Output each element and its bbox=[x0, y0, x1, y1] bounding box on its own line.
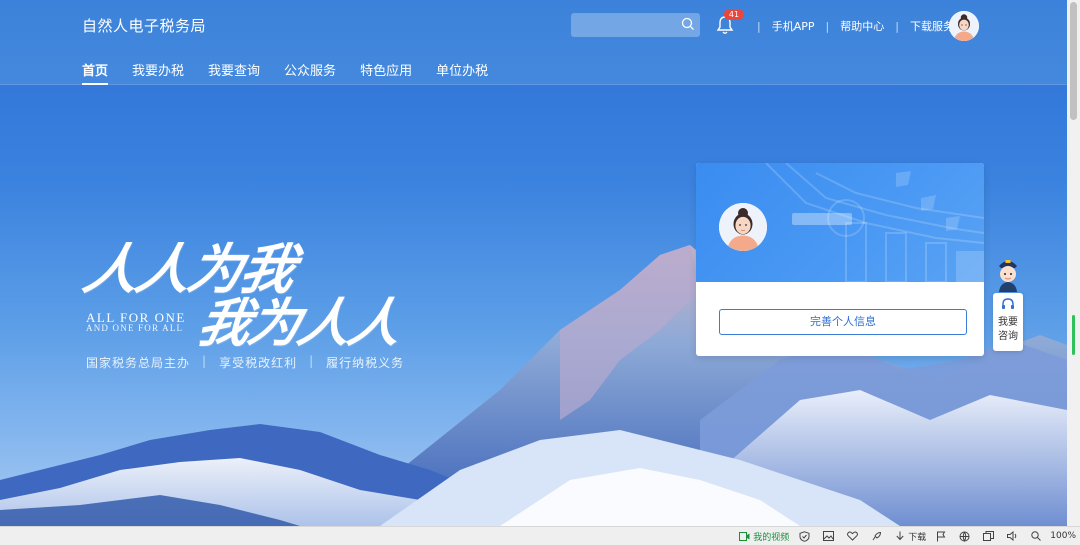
site-brand[interactable]: 自然人电子税务局 bbox=[82, 15, 206, 36]
globe-icon bbox=[959, 531, 970, 542]
mobile-app-link[interactable]: 手机APP bbox=[772, 18, 815, 34]
browser-tool-button[interactable] bbox=[959, 531, 973, 542]
window-icon bbox=[983, 531, 995, 541]
user-card-banner bbox=[696, 163, 984, 282]
tab-tax-handling[interactable]: 我要办税 bbox=[132, 60, 184, 83]
tab-unit-tax[interactable]: 单位办税 bbox=[436, 60, 488, 83]
download-service-link[interactable]: 下载服务 bbox=[910, 18, 954, 34]
english-slogan-2: AND ONE FOR ALL bbox=[86, 323, 184, 333]
speaker-icon bbox=[1007, 531, 1017, 541]
user-avatar[interactable] bbox=[949, 11, 979, 41]
consult-label-1: 我要 bbox=[998, 317, 1018, 328]
window-button[interactable] bbox=[983, 531, 997, 541]
shield-button[interactable] bbox=[799, 530, 813, 542]
scroll-indicator bbox=[1072, 315, 1075, 355]
rocket-icon bbox=[872, 531, 882, 540]
user-card-avatar[interactable] bbox=[719, 203, 767, 251]
vertical-scrollbar[interactable] bbox=[1067, 0, 1080, 526]
search-input[interactable] bbox=[571, 13, 687, 37]
tab-public-service[interactable]: 公众服务 bbox=[284, 60, 336, 83]
user-card: 完善个人信息 bbox=[696, 163, 984, 356]
tab-home[interactable]: 首页 bbox=[82, 60, 109, 85]
subline-item: 国家税务总局主办 bbox=[86, 356, 191, 370]
help-center-link[interactable]: 帮助中心 bbox=[840, 18, 884, 34]
flag-icon bbox=[937, 531, 946, 541]
main-nav: 首页 我要办税 我要查询 公众服务 特色应用 单位办税 bbox=[82, 60, 512, 85]
magnifier-icon bbox=[1031, 531, 1042, 541]
site-header: 自然人电子税务局 41 | 手机APP | 帮助中心 | 下载服务 首页 我要办… bbox=[0, 0, 1067, 85]
video-icon bbox=[739, 531, 750, 541]
tab-featured-apps[interactable]: 特色应用 bbox=[360, 60, 412, 83]
slogan-line-2: 我为人人 bbox=[192, 293, 406, 354]
tax-officer-mascot[interactable] bbox=[993, 254, 1023, 292]
user-name bbox=[792, 213, 852, 225]
download-label: 下载 bbox=[908, 532, 927, 543]
my-video-button[interactable]: 我的视频 bbox=[739, 530, 789, 543]
zoom-level: 100% bbox=[1050, 531, 1076, 541]
consult-label-2: 咨询 bbox=[998, 331, 1018, 342]
image-button[interactable] bbox=[823, 531, 837, 541]
hero-banner: 人人为我 ALL FOR ONE AND ONE FOR ALL 我为人人 国家… bbox=[0, 85, 1067, 526]
top-links: | 手机APP | 帮助中心 | 下载服务 bbox=[757, 18, 954, 34]
image-icon bbox=[823, 531, 835, 541]
shield-icon bbox=[799, 530, 810, 542]
health-button[interactable] bbox=[847, 531, 861, 541]
heart-icon bbox=[847, 531, 859, 541]
browser-viewport: 自然人电子税务局 41 | 手机APP | 帮助中心 | 下载服务 首页 我要办… bbox=[0, 0, 1067, 526]
zoom-control[interactable]: 100% bbox=[1031, 531, 1076, 541]
download-icon bbox=[896, 531, 904, 540]
browser-status-bar: 我的视频 下载 100% bbox=[0, 526, 1080, 545]
my-video-label: 我的视频 bbox=[753, 532, 790, 543]
headset-icon bbox=[1002, 298, 1014, 309]
search-box[interactable] bbox=[571, 13, 700, 37]
search-icon[interactable] bbox=[680, 16, 696, 36]
hero-subline: 国家税务总局主办 | 享受税改红利 | 履行纳税义务 bbox=[86, 354, 405, 370]
consult-widget[interactable]: 我要 咨询 bbox=[993, 293, 1023, 351]
speed-button[interactable] bbox=[871, 531, 885, 542]
flag-button[interactable] bbox=[936, 531, 949, 542]
tab-query[interactable]: 我要查询 bbox=[208, 60, 260, 83]
download-button[interactable]: 下载 bbox=[895, 530, 926, 543]
notification-badge: 41 bbox=[724, 9, 744, 20]
subline-item: 履行纳税义务 bbox=[326, 356, 405, 370]
volume-button[interactable] bbox=[1007, 531, 1021, 541]
scrollbar-thumb[interactable] bbox=[1070, 2, 1077, 120]
subline-item: 享受税改红利 bbox=[219, 356, 298, 370]
complete-profile-button[interactable]: 完善个人信息 bbox=[719, 309, 967, 335]
